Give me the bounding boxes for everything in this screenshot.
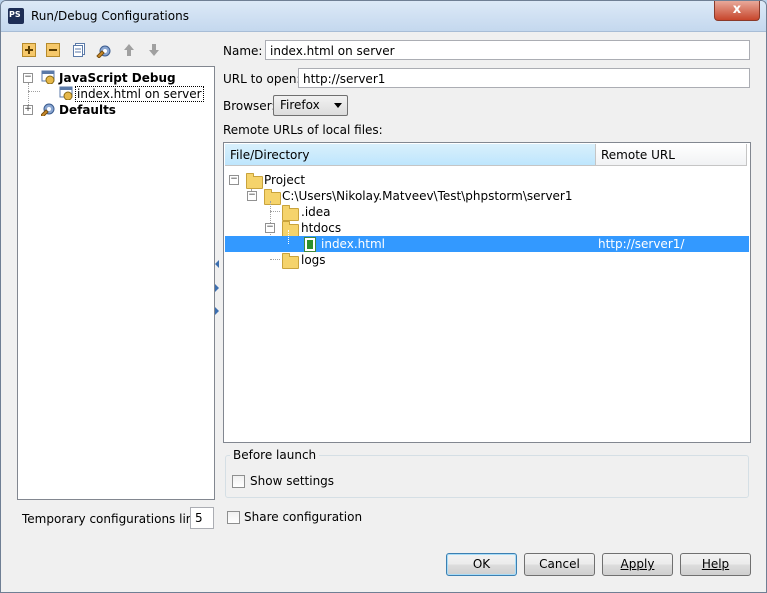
temporary-limit-field[interactable]: 5 — [190, 507, 214, 529]
chevron-down-icon — [334, 103, 342, 108]
before-launch-title: Before launch — [230, 448, 320, 462]
table-expander-project[interactable]: − — [229, 175, 239, 185]
folder-open-icon — [264, 189, 281, 205]
close-button[interactable]: x — [714, 1, 760, 21]
edit-defaults-icon[interactable] — [96, 42, 112, 59]
share-configuration-checkbox[interactable] — [227, 511, 240, 524]
add-icon[interactable] — [21, 42, 37, 58]
help-button[interactable]: Help — [680, 553, 751, 576]
show-settings-checkbox[interactable] — [232, 475, 245, 488]
tree-guide-line — [28, 91, 40, 92]
phpstorm-app-icon — [8, 8, 24, 24]
title-bar[interactable]: Run/Debug Configurations x — [1, 1, 766, 32]
table-expander-htdocs[interactable]: − — [265, 223, 275, 233]
splitter-left-arrow[interactable] — [215, 260, 219, 268]
tree-guide-line — [288, 230, 289, 244]
dialog-window: Run/Debug Configurations x − — [0, 0, 767, 593]
tree-guide-line — [270, 211, 280, 212]
tree-guide-line — [270, 259, 280, 260]
configuration-tree[interactable]: − JavaScript Debug index.html on server … — [17, 66, 215, 500]
remote-urls-table[interactable]: File/Directory Remote URL − Project − C:… — [223, 142, 751, 443]
table-row-idea[interactable]: .idea — [301, 204, 331, 220]
index-html-label: index.html — [321, 237, 385, 251]
show-settings-label: Show settings — [250, 474, 335, 488]
table-row-server1-path[interactable]: C:\Users\Nikolay.Matveev\Test\phpstorm\s… — [282, 188, 573, 204]
url-to-open-label: URL to open: — [223, 72, 301, 86]
splitter-handle[interactable] — [215, 284, 219, 292]
copy-icon[interactable] — [71, 42, 87, 58]
table-row-project[interactable]: Project — [264, 172, 305, 188]
column-header-remote-url[interactable]: Remote URL — [596, 144, 747, 166]
tree-item-defaults[interactable]: Defaults — [59, 102, 116, 118]
javascript-debug-config-icon — [59, 86, 73, 101]
tree-item-index-html-on-server[interactable]: index.html on server — [75, 86, 204, 102]
browser-label: Browser: — [223, 99, 276, 113]
table-row-htdocs[interactable]: htdocs — [301, 220, 341, 236]
tree-item-javascript-debug[interactable]: JavaScript Debug — [59, 70, 176, 86]
name-label: Name: — [223, 44, 263, 58]
tree-expander-defaults[interactable]: + — [23, 105, 33, 115]
html-file-icon — [304, 237, 316, 252]
column-header-file-directory[interactable]: File/Directory — [225, 144, 596, 166]
folder-icon — [282, 205, 299, 221]
javascript-debug-icon — [41, 70, 55, 85]
splitter-right-arrow[interactable] — [215, 307, 219, 315]
folder-icon — [282, 253, 299, 269]
move-up-icon[interactable] — [121, 42, 137, 58]
temporary-limit-label: Temporary configurations limit: — [22, 512, 210, 526]
window-title: Run/Debug Configurations — [31, 9, 189, 23]
tree-expander-javascript-debug[interactable]: − — [23, 73, 33, 83]
index-html-remote-url[interactable]: http://server1/ — [598, 236, 684, 252]
table-row-index-html[interactable]: index.html http://server1/ — [225, 230, 749, 252]
move-down-icon[interactable] — [146, 42, 162, 58]
remove-icon[interactable] — [45, 42, 61, 58]
dialog-body: − JavaScript Debug index.html on server … — [1, 32, 766, 592]
remote-urls-label: Remote URLs of local files: — [223, 123, 383, 137]
table-row-logs[interactable]: logs — [301, 252, 326, 268]
cancel-button[interactable]: Cancel — [524, 553, 595, 576]
apply-button[interactable]: Apply — [602, 553, 673, 576]
browser-select-value: Firefox — [280, 98, 320, 112]
share-configuration-label: Share configuration — [244, 510, 363, 524]
name-field[interactable]: index.html on server — [265, 40, 750, 60]
ok-button[interactable]: OK — [446, 553, 517, 576]
folder-icon — [246, 173, 263, 189]
browser-select[interactable]: Firefox — [273, 95, 348, 116]
table-expander-server1[interactable]: − — [247, 191, 257, 201]
defaults-icon — [40, 102, 55, 118]
url-to-open-field[interactable]: http://server1 — [298, 68, 750, 88]
